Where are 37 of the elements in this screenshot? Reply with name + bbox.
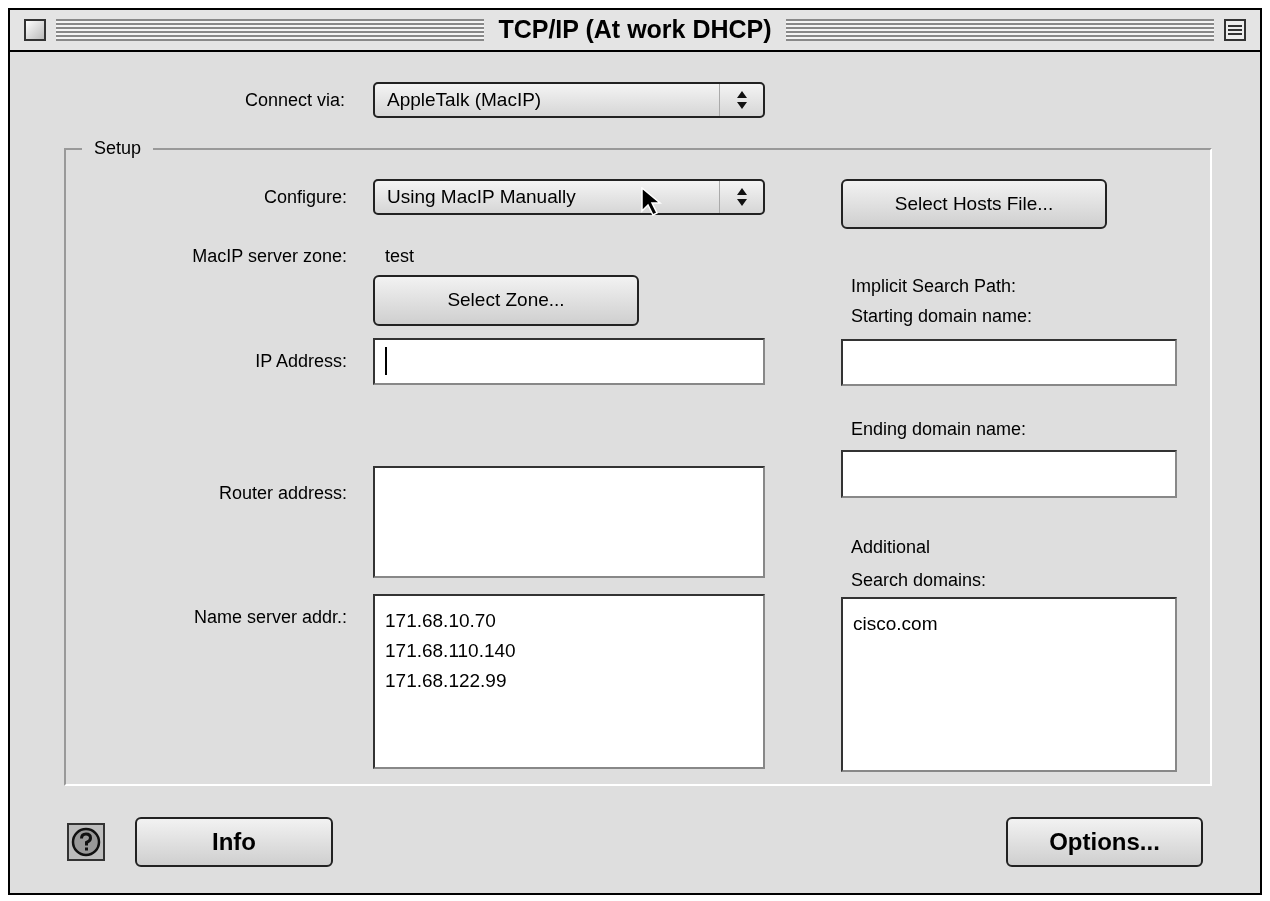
select-zone-button[interactable]: Select Zone... <box>373 275 639 326</box>
info-button[interactable]: Info <box>135 817 333 867</box>
field-label: Name server addr.: <box>193 607 347 627</box>
ip-address-field[interactable] <box>373 338 765 385</box>
options-button[interactable]: Options... <box>1006 817 1203 867</box>
mouse-pointer-icon <box>641 187 663 217</box>
field-label: Router address: <box>218 483 347 503</box>
collapse-box-icon[interactable] <box>1224 19 1246 41</box>
field-label: Ending domain name: <box>851 419 1027 439</box>
list-entry: 171.68.110.140 <box>385 639 517 663</box>
search-domains-field[interactable]: cisco.com <box>841 597 1177 772</box>
field-label: MacIP server zone: <box>192 245 347 266</box>
help-button[interactable] <box>67 823 105 861</box>
stepper-icon <box>735 90 748 110</box>
configure-popup[interactable]: Using MacIP Manually <box>373 179 765 215</box>
field-label: Additional Search domains: <box>851 536 988 592</box>
name-server-field[interactable]: 171.68.10.70 171.68.110.140 171.68.122.99 <box>373 594 765 769</box>
field-label: Configure: <box>263 186 347 207</box>
list-entry: cisco.com <box>853 612 939 636</box>
ending-domain-field[interactable] <box>841 450 1177 498</box>
zone-value: test <box>385 244 414 268</box>
field-label: Implicit Search Path: <box>851 275 1018 298</box>
text-caret <box>385 346 387 375</box>
connect-via-popup[interactable]: AppleTalk (MacIP) <box>373 82 765 118</box>
close-box[interactable] <box>24 19 46 41</box>
window-title: TCP/IP (At work DHCP) <box>497 14 773 46</box>
select-hosts-button[interactable]: Select Hosts File... <box>841 179 1107 229</box>
stepper-icon <box>735 187 748 207</box>
starting-domain-field[interactable] <box>841 339 1177 386</box>
help-icon <box>71 827 101 857</box>
list-entry: 171.68.122.99 <box>385 669 508 693</box>
field-label: Connect via: <box>244 89 345 110</box>
list-entry: 171.68.10.70 <box>385 609 497 633</box>
router-address-field[interactable] <box>373 466 765 578</box>
title-bar[interactable]: TCP/IP (At work DHCP) <box>10 10 1260 52</box>
field-label: Starting domain name: <box>851 305 1034 328</box>
field-label: IP Address: <box>255 351 347 371</box>
